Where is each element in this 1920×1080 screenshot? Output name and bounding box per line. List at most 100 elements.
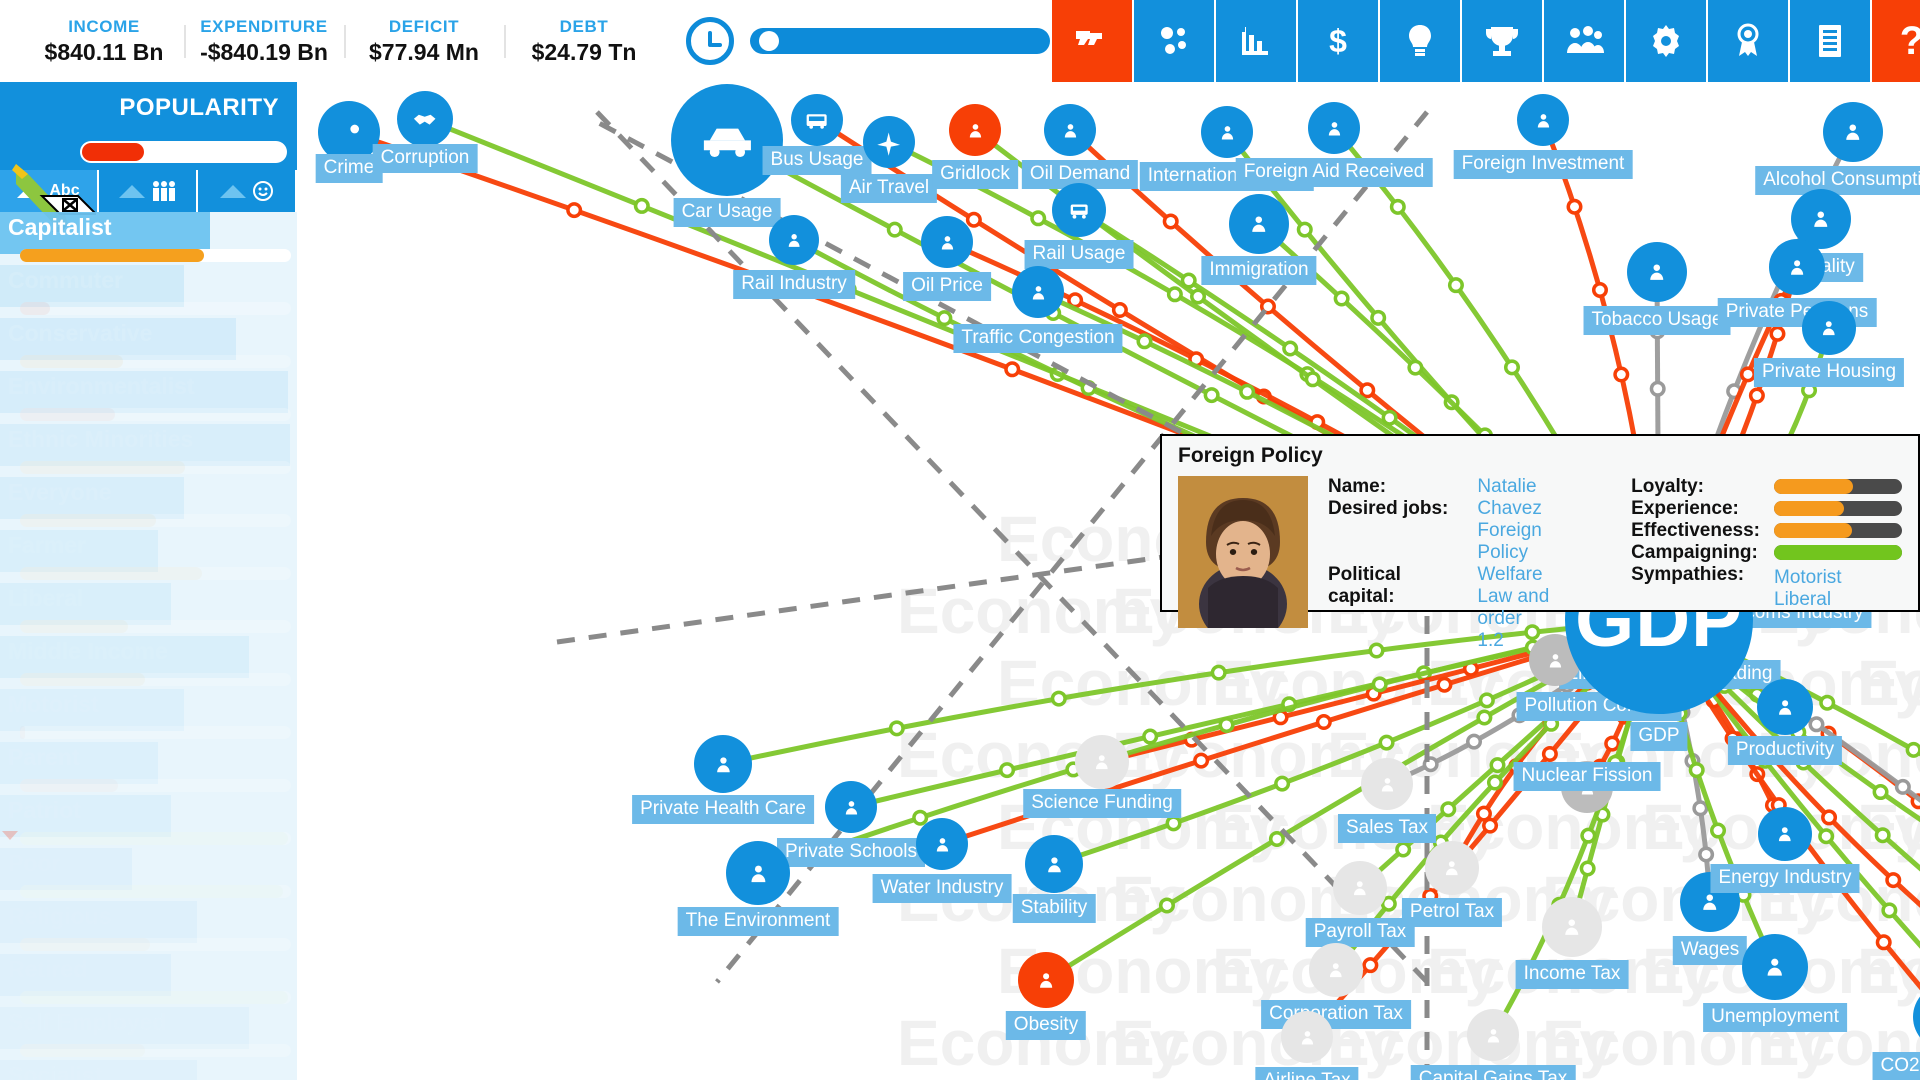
- popularity-group-row[interactable]: Liberal: [0, 583, 297, 636]
- popularity-group-list[interactable]: Capitalist Commuter Conservative Environmen…: [0, 212, 297, 1080]
- popularity-group-row[interactable]: Conservative: [0, 318, 297, 371]
- node-label-capital-gains-tax[interactable]: Capital Gains Tax: [1410, 1065, 1576, 1080]
- node-petrol-tax[interactable]: [1425, 841, 1479, 895]
- node-label-car-usage[interactable]: Car Usage: [673, 198, 781, 227]
- help-icon[interactable]: ?: [1870, 0, 1920, 82]
- node-label-petrol-tax[interactable]: Petrol Tax: [1401, 898, 1503, 927]
- popularity-group-row[interactable]: Ethnic Minorities: [0, 424, 297, 477]
- node-label-traffic-congestion[interactable]: Traffic Congestion: [953, 324, 1123, 353]
- popularity-group-row[interactable]: Middle Income: [0, 636, 297, 689]
- sort-tab-population[interactable]: [99, 170, 198, 212]
- node-private-pensions[interactable]: [1769, 239, 1825, 295]
- popularity-group-row[interactable]: Environmentalist: [0, 371, 297, 424]
- popularity-group-row[interactable]: Patriot: [0, 795, 297, 848]
- node-science-funding[interactable]: [1075, 735, 1129, 789]
- node-sales-tax[interactable]: [1361, 758, 1413, 810]
- node-label-obesity[interactable]: Obesity: [1005, 1011, 1087, 1040]
- popularity-group-row[interactable]: Motorist: [0, 689, 297, 742]
- popularity-group-row[interactable]: Poor: [0, 848, 297, 901]
- node-label-bus-usage[interactable]: Bus Usage: [762, 146, 872, 175]
- turn-slider-knob[interactable]: [759, 31, 780, 51]
- node-co2-emissions[interactable]: [1913, 984, 1920, 1050]
- node-label-income-tax[interactable]: Income Tax: [1515, 960, 1629, 989]
- node-oil-demand[interactable]: [1044, 104, 1096, 156]
- popularity-group-row[interactable]: Self Employed: [0, 1007, 297, 1060]
- node-label-water-industry[interactable]: Water Industry: [872, 874, 1012, 903]
- award-ribbon-icon[interactable]: [1706, 0, 1788, 82]
- node-bus-usage[interactable]: [791, 94, 843, 146]
- popularity-group-row[interactable]: Farmer: [0, 530, 297, 583]
- node-label-nuclear-fission[interactable]: Nuclear Fission: [1513, 762, 1661, 791]
- node-label-corruption[interactable]: Corruption: [372, 144, 478, 173]
- popularity-group-row[interactable]: Everyone: [0, 477, 297, 530]
- node-label-oil-price[interactable]: Oil Price: [903, 272, 991, 301]
- node-capital-gains-tax[interactable]: [1467, 1009, 1519, 1061]
- sort-tab-mood[interactable]: [198, 170, 297, 212]
- node-air-travel[interactable]: [863, 116, 915, 168]
- node-private-housing[interactable]: [1802, 301, 1856, 355]
- popularity-group-row[interactable]: Socialist: [0, 1060, 297, 1080]
- node-label-the-environment[interactable]: The Environment: [677, 907, 839, 936]
- node-traffic-congestion[interactable]: [1012, 266, 1064, 318]
- node-water-industry[interactable]: [916, 818, 968, 870]
- people-icon[interactable]: [1542, 0, 1624, 82]
- node-energy-industry[interactable]: [1758, 807, 1812, 861]
- node-label-stability[interactable]: Stability: [1012, 894, 1096, 923]
- node-label-gridlock[interactable]: Gridlock: [932, 160, 1018, 189]
- turn-progress-slider[interactable]: [750, 28, 1050, 54]
- node-obesity[interactable]: [1018, 952, 1074, 1008]
- node-alcohol-consumption[interactable]: [1823, 102, 1883, 162]
- lightbulb-icon[interactable]: [1378, 0, 1460, 82]
- gear-icon[interactable]: [1624, 0, 1706, 82]
- document-icon[interactable]: [1788, 0, 1870, 82]
- node-immigration[interactable]: [1229, 194, 1289, 254]
- node-rail-usage[interactable]: [1052, 183, 1106, 237]
- node-label-co2-emissions[interactable]: CO2 Emissions: [1872, 1052, 1920, 1080]
- popularity-group-row[interactable]: Religious: [0, 901, 297, 954]
- node-foreign-aid-received[interactable]: [1308, 102, 1360, 154]
- node-label-sales-tax[interactable]: Sales Tax: [1337, 814, 1437, 843]
- node-label-foreign-aid-received[interactable]: Foreign Aid Received: [1235, 158, 1433, 187]
- node-label-wages[interactable]: Wages: [1672, 936, 1748, 965]
- node-label-private-schools[interactable]: Private Schools: [776, 838, 926, 867]
- node-stability[interactable]: [1025, 835, 1083, 893]
- node-the-environment[interactable]: [726, 841, 790, 905]
- popularity-group-row[interactable]: Commuter: [0, 265, 297, 318]
- node-label-foreign-investment[interactable]: Foreign Investment: [1453, 150, 1633, 179]
- node-payroll-tax[interactable]: [1333, 861, 1387, 915]
- node-tobacco-usage[interactable]: [1627, 242, 1687, 302]
- node-productivity[interactable]: [1757, 679, 1813, 735]
- node-label-airline-tax[interactable]: Airline Tax: [1255, 1067, 1359, 1080]
- node-unemployment[interactable]: [1742, 934, 1808, 1000]
- node-label-immigration[interactable]: Immigration: [1201, 256, 1317, 285]
- node-label-private-health-care[interactable]: Private Health Care: [632, 795, 814, 824]
- node-label-productivity[interactable]: Productivity: [1727, 736, 1843, 765]
- node-oil-price[interactable]: [921, 216, 973, 268]
- pistol-icon[interactable]: [1050, 0, 1132, 82]
- node-corporation-tax[interactable]: [1309, 943, 1363, 997]
- node-label-air-travel[interactable]: Air Travel: [840, 174, 938, 203]
- node-income-tax[interactable]: [1542, 897, 1602, 957]
- node-label-science-funding[interactable]: Science Funding: [1023, 789, 1181, 818]
- node-foreign-investment[interactable]: [1517, 94, 1569, 146]
- node-gridlock[interactable]: [949, 104, 1001, 156]
- node-label-tobacco-usage[interactable]: Tobacco Usage: [1583, 306, 1731, 335]
- node-label-private-housing[interactable]: Private Housing: [1753, 358, 1905, 387]
- node-label-rail-industry[interactable]: Rail Industry: [733, 270, 855, 299]
- group-dots-icon[interactable]: [1132, 0, 1214, 82]
- trophy-icon[interactable]: [1460, 0, 1542, 82]
- dollar-icon[interactable]: $: [1296, 0, 1378, 82]
- popularity-group-row[interactable]: Parent: [0, 742, 297, 795]
- node-private-schools[interactable]: [825, 781, 877, 833]
- popularity-group-row[interactable]: Retired: [0, 954, 297, 1007]
- node-airline-tax[interactable]: [1281, 1011, 1333, 1063]
- node-private-health-care[interactable]: [694, 735, 752, 793]
- node-car-usage[interactable]: [671, 84, 783, 196]
- popularity-group-row[interactable]: Capitalist: [0, 212, 297, 265]
- node-rail-industry[interactable]: [769, 215, 819, 265]
- node-corruption[interactable]: [397, 91, 453, 147]
- node-label-unemployment[interactable]: Unemployment: [1703, 1003, 1847, 1032]
- node-label-gdp[interactable]: GDP: [1630, 722, 1688, 751]
- node-label-rail-usage[interactable]: Rail Usage: [1024, 240, 1134, 269]
- bar-chart-icon[interactable]: [1214, 0, 1296, 82]
